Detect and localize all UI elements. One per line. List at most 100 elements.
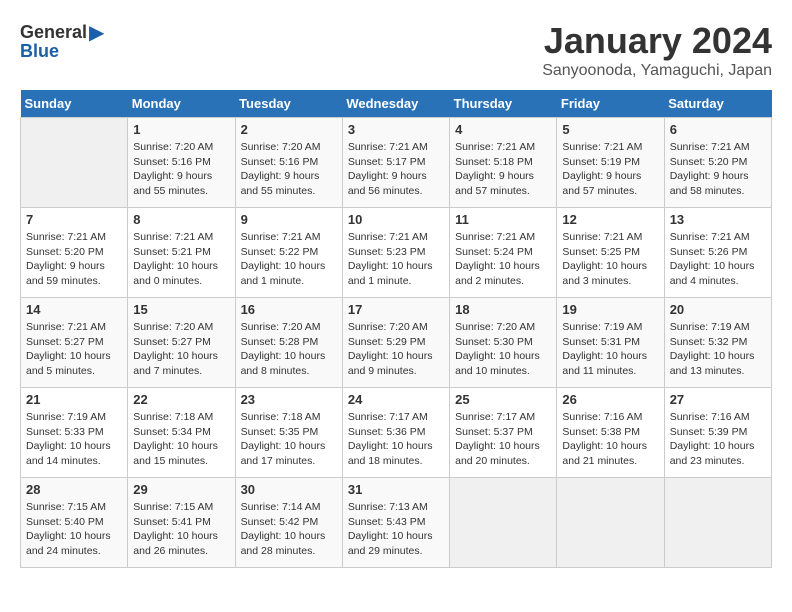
day-info: Sunrise: 7:17 AM Sunset: 5:36 PM Dayligh… — [348, 410, 444, 469]
day-number: 26 — [562, 392, 658, 407]
calendar-cell: 26 Sunrise: 7:16 AM Sunset: 5:38 PM Dayli… — [557, 388, 664, 478]
day-number: 10 — [348, 212, 444, 227]
day-info: Sunrise: 7:21 AM Sunset: 5:23 PM Dayligh… — [348, 230, 444, 289]
calendar-cell: 14 Sunrise: 7:21 AM Sunset: 5:27 PM Dayli… — [21, 298, 128, 388]
calendar-cell: 17Sunrise: 7:20 AM Sunset: 5:29 PM Dayli… — [342, 298, 449, 388]
calendar-cell: 3 Sunrise: 7:21 AM Sunset: 5:17 PM Daylig… — [342, 118, 449, 208]
day-info: Sunrise: 7:21 AM Sunset: 5:18 PM Dayligh… — [455, 140, 551, 199]
calendar-cell: 24 Sunrise: 7:17 AM Sunset: 5:36 PM Dayli… — [342, 388, 449, 478]
day-info: Sunrise: 7:20 AM Sunset: 5:16 PM Dayligh… — [133, 140, 229, 199]
day-number: 25 — [455, 392, 551, 407]
day-number: 23 — [241, 392, 337, 407]
day-info: Sunrise: 7:19 AM Sunset: 5:33 PM Dayligh… — [26, 410, 122, 469]
day-info: Sunrise: 7:20 AM Sunset: 5:16 PM Dayligh… — [241, 140, 337, 199]
day-number: 29 — [133, 482, 229, 497]
logo-bird-icon: ▶ — [89, 20, 104, 45]
calendar-cell: 13Sunrise: 7:21 AM Sunset: 5:26 PM Dayli… — [664, 208, 771, 298]
calendar-cell: 19 Sunrise: 7:19 AM Sunset: 5:31 PM Dayli… — [557, 298, 664, 388]
weekday-header-thursday: Thursday — [450, 90, 557, 118]
day-number: 6 — [670, 122, 766, 137]
day-info: Sunrise: 7:19 AM Sunset: 5:32 PM Dayligh… — [670, 320, 766, 379]
calendar-cell: 25 Sunrise: 7:17 AM Sunset: 5:37 PM Dayli… — [450, 388, 557, 478]
day-info: Sunrise: 7:21 AM Sunset: 5:24 PM Dayligh… — [455, 230, 551, 289]
day-number: 18 — [455, 302, 551, 317]
calendar-cell: 1 Sunrise: 7:20 AM Sunset: 5:16 PM Daylig… — [128, 118, 235, 208]
weekday-header-sunday: Sunday — [21, 90, 128, 118]
day-number: 11 — [455, 212, 551, 227]
calendar-cell: 15 Sunrise: 7:20 AM Sunset: 5:27 PM Dayli… — [128, 298, 235, 388]
calendar-cell: 2Sunrise: 7:20 AM Sunset: 5:16 PM Daylig… — [235, 118, 342, 208]
day-number: 19 — [562, 302, 658, 317]
page-header: General ▶ Blue January 2024 Sanyoonoda, … — [20, 20, 772, 80]
calendar-cell: 9 Sunrise: 7:21 AM Sunset: 5:22 PM Daylig… — [235, 208, 342, 298]
calendar-cell — [664, 478, 771, 568]
day-number: 24 — [348, 392, 444, 407]
day-number: 14 — [26, 302, 122, 317]
day-info: Sunrise: 7:21 AM Sunset: 5:21 PM Dayligh… — [133, 230, 229, 289]
day-info: Sunrise: 7:21 AM Sunset: 5:20 PM Dayligh… — [670, 140, 766, 199]
day-number: 4 — [455, 122, 551, 137]
logo-blue: Blue — [20, 41, 59, 62]
day-number: 1 — [133, 122, 229, 137]
day-number: 30 — [241, 482, 337, 497]
weekday-header-tuesday: Tuesday — [235, 90, 342, 118]
day-number: 20 — [670, 302, 766, 317]
day-number: 21 — [26, 392, 122, 407]
calendar-cell: 31 Sunrise: 7:13 AM Sunset: 5:43 PM Dayli… — [342, 478, 449, 568]
day-number: 13 — [670, 212, 766, 227]
calendar-cell: 12Sunrise: 7:21 AM Sunset: 5:25 PM Dayli… — [557, 208, 664, 298]
day-number: 3 — [348, 122, 444, 137]
calendar-cell: 5 Sunrise: 7:21 AM Sunset: 5:19 PM Daylig… — [557, 118, 664, 208]
calendar-cell: 22 Sunrise: 7:18 AM Sunset: 5:34 PM Dayli… — [128, 388, 235, 478]
day-info: Sunrise: 7:16 AM Sunset: 5:39 PM Dayligh… — [670, 410, 766, 469]
calendar-cell: 10 Sunrise: 7:21 AM Sunset: 5:23 PM Dayli… — [342, 208, 449, 298]
calendar-week-1: 1 Sunrise: 7:20 AM Sunset: 5:16 PM Daylig… — [21, 118, 772, 208]
day-number: 5 — [562, 122, 658, 137]
calendar-table: SundayMondayTuesdayWednesdayThursdayFrid… — [20, 90, 772, 568]
day-info: Sunrise: 7:18 AM Sunset: 5:34 PM Dayligh… — [133, 410, 229, 469]
day-info: Sunrise: 7:15 AM Sunset: 5:41 PM Dayligh… — [133, 500, 229, 559]
day-number: 7 — [26, 212, 122, 227]
calendar-cell: 7 Sunrise: 7:21 AM Sunset: 5:20 PM Daylig… — [21, 208, 128, 298]
calendar-cell: 16Sunrise: 7:20 AM Sunset: 5:28 PM Dayli… — [235, 298, 342, 388]
title-block: January 2024 Sanyoonoda, Yamaguchi, Japa… — [542, 20, 772, 80]
day-info: Sunrise: 7:17 AM Sunset: 5:37 PM Dayligh… — [455, 410, 551, 469]
day-info: Sunrise: 7:21 AM Sunset: 5:17 PM Dayligh… — [348, 140, 444, 199]
day-number: 22 — [133, 392, 229, 407]
day-info: Sunrise: 7:20 AM Sunset: 5:30 PM Dayligh… — [455, 320, 551, 379]
day-info: Sunrise: 7:21 AM Sunset: 5:20 PM Dayligh… — [26, 230, 122, 289]
calendar-week-5: 28 Sunrise: 7:15 AM Sunset: 5:40 PM Dayli… — [21, 478, 772, 568]
day-number: 15 — [133, 302, 229, 317]
day-info: Sunrise: 7:16 AM Sunset: 5:38 PM Dayligh… — [562, 410, 658, 469]
day-info: Sunrise: 7:15 AM Sunset: 5:40 PM Dayligh… — [26, 500, 122, 559]
day-info: Sunrise: 7:20 AM Sunset: 5:29 PM Dayligh… — [348, 320, 444, 379]
day-info: Sunrise: 7:19 AM Sunset: 5:31 PM Dayligh… — [562, 320, 658, 379]
day-info: Sunrise: 7:13 AM Sunset: 5:43 PM Dayligh… — [348, 500, 444, 559]
day-number: 27 — [670, 392, 766, 407]
day-info: Sunrise: 7:21 AM Sunset: 5:22 PM Dayligh… — [241, 230, 337, 289]
day-number: 31 — [348, 482, 444, 497]
logo-general: General — [20, 22, 87, 43]
weekday-header-friday: Friday — [557, 90, 664, 118]
calendar-cell: 29 Sunrise: 7:15 AM Sunset: 5:41 PM Dayli… — [128, 478, 235, 568]
day-number: 28 — [26, 482, 122, 497]
day-info: Sunrise: 7:20 AM Sunset: 5:27 PM Dayligh… — [133, 320, 229, 379]
day-number: 9 — [241, 212, 337, 227]
day-number: 12 — [562, 212, 658, 227]
weekday-header-saturday: Saturday — [664, 90, 771, 118]
calendar-cell: 18 Sunrise: 7:20 AM Sunset: 5:30 PM Dayli… — [450, 298, 557, 388]
calendar-cell: 4 Sunrise: 7:21 AM Sunset: 5:18 PM Daylig… — [450, 118, 557, 208]
calendar-week-4: 21 Sunrise: 7:19 AM Sunset: 5:33 PM Dayli… — [21, 388, 772, 478]
logo: General ▶ Blue — [20, 20, 104, 62]
day-info: Sunrise: 7:14 AM Sunset: 5:42 PM Dayligh… — [241, 500, 337, 559]
day-info: Sunrise: 7:18 AM Sunset: 5:35 PM Dayligh… — [241, 410, 337, 469]
calendar-cell: 23 Sunrise: 7:18 AM Sunset: 5:35 PM Dayli… — [235, 388, 342, 478]
calendar-cell: 20 Sunrise: 7:19 AM Sunset: 5:32 PM Dayli… — [664, 298, 771, 388]
calendar-cell — [557, 478, 664, 568]
day-info: Sunrise: 7:20 AM Sunset: 5:28 PM Dayligh… — [241, 320, 337, 379]
calendar-cell: 27 Sunrise: 7:16 AM Sunset: 5:39 PM Dayli… — [664, 388, 771, 478]
day-number: 8 — [133, 212, 229, 227]
calendar-cell: 6 Sunrise: 7:21 AM Sunset: 5:20 PM Daylig… — [664, 118, 771, 208]
day-info: Sunrise: 7:21 AM Sunset: 5:19 PM Dayligh… — [562, 140, 658, 199]
day-info: Sunrise: 7:21 AM Sunset: 5:27 PM Dayligh… — [26, 320, 122, 379]
